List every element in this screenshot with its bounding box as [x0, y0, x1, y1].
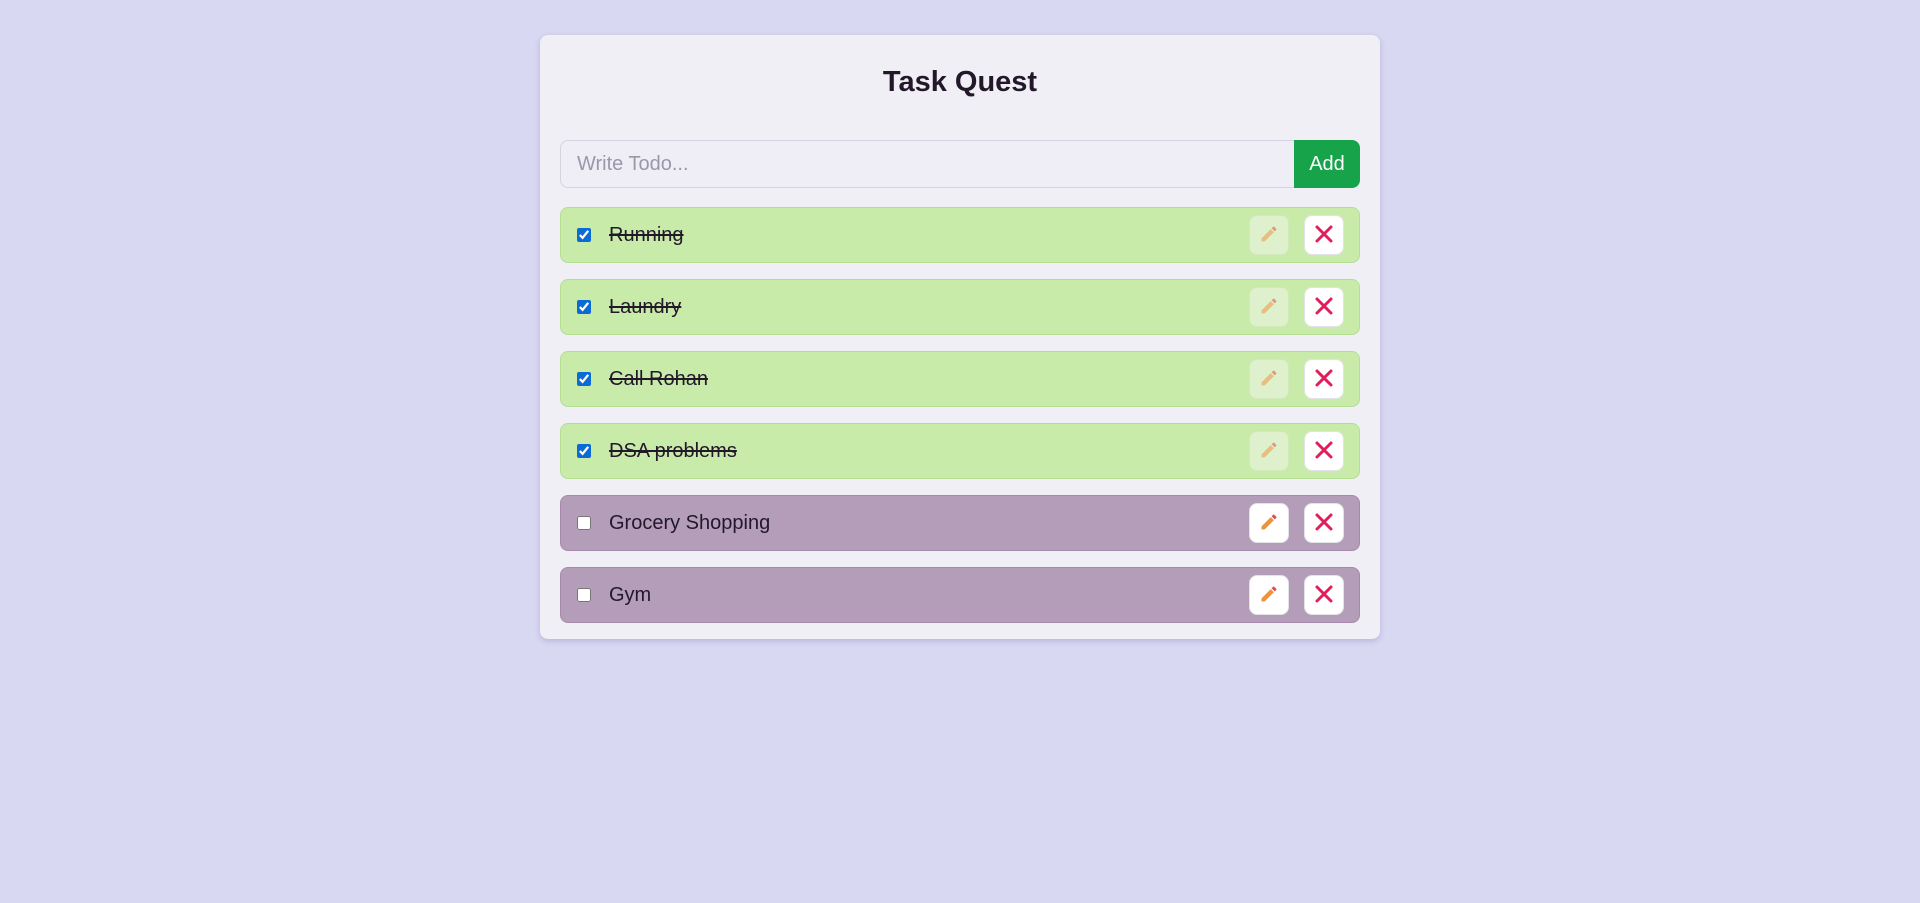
todo-text: Gym — [609, 584, 652, 606]
todo-item: Running — [560, 207, 1360, 263]
todo-item: Grocery Shopping — [560, 495, 1360, 551]
edit-button[interactable] — [1249, 287, 1289, 327]
add-button[interactable]: Add — [1294, 140, 1360, 188]
todo-item: Gym — [560, 567, 1360, 623]
edit-button[interactable] — [1249, 215, 1289, 255]
todo-checkbox[interactable] — [577, 516, 591, 530]
todo-text: Grocery Shopping — [609, 512, 771, 534]
pencil-icon — [1259, 584, 1279, 607]
todo-checkbox[interactable] — [577, 228, 591, 242]
delete-button[interactable] — [1304, 575, 1344, 615]
edit-button[interactable] — [1249, 431, 1289, 471]
todo-list: Running Laundry Call Rohan DSA problems … — [560, 207, 1360, 639]
todo-checkbox[interactable] — [577, 588, 591, 602]
add-todo-form: Add — [560, 140, 1360, 188]
pencil-icon — [1259, 368, 1279, 391]
pencil-icon — [1259, 224, 1279, 247]
close-icon — [1315, 225, 1333, 246]
todo-item: Laundry — [560, 279, 1360, 335]
page-title: Task Quest — [882, 66, 1038, 98]
todo-card: Task Quest Add Running Laundry — [540, 35, 1380, 639]
close-icon — [1315, 369, 1333, 390]
todo-text: DSA problems — [609, 440, 737, 462]
edit-button[interactable] — [1249, 359, 1289, 399]
todo-input[interactable] — [560, 140, 1294, 188]
delete-button[interactable] — [1304, 287, 1344, 327]
delete-button[interactable] — [1304, 503, 1344, 543]
close-icon — [1315, 585, 1333, 606]
todo-item: Call Rohan — [560, 351, 1360, 407]
edit-button[interactable] — [1249, 575, 1289, 615]
close-icon — [1315, 297, 1333, 318]
pencil-icon — [1259, 440, 1279, 463]
todo-item: DSA problems — [560, 423, 1360, 479]
todo-text: Laundry — [609, 296, 682, 318]
delete-button[interactable] — [1304, 359, 1344, 399]
edit-button[interactable] — [1249, 503, 1289, 543]
close-icon — [1315, 513, 1333, 534]
pencil-icon — [1259, 296, 1279, 319]
todo-text: Call Rohan — [609, 368, 708, 390]
todo-checkbox[interactable] — [577, 372, 591, 386]
delete-button[interactable] — [1304, 215, 1344, 255]
delete-button[interactable] — [1304, 431, 1344, 471]
pencil-icon — [1259, 512, 1279, 535]
todo-text: Running — [609, 224, 684, 246]
todo-checkbox[interactable] — [577, 444, 591, 458]
close-icon — [1315, 441, 1333, 462]
todo-checkbox[interactable] — [577, 300, 591, 314]
